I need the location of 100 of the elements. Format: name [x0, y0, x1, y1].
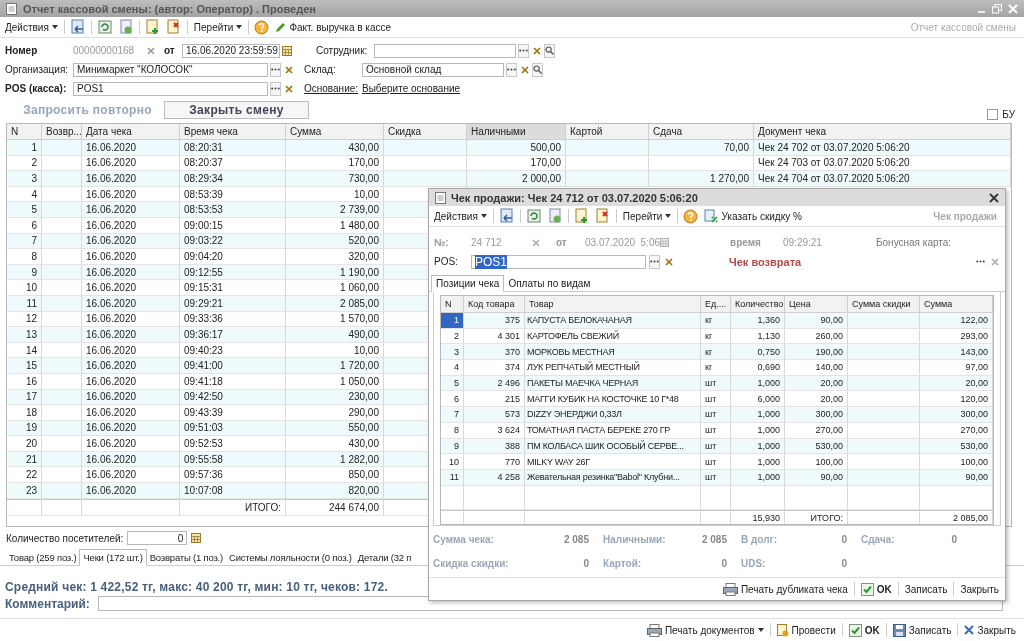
column-header[interactable]: Код товара: [464, 296, 525, 313]
cash-fact-button[interactable]: Факт. выручка в кассе: [274, 18, 393, 36]
remove-document-icon[interactable]: [594, 208, 611, 224]
actions-menu[interactable]: Действия: [433, 207, 488, 225]
pos-field[interactable]: POS1: [73, 81, 268, 96]
column-header[interactable]: Сумма: [286, 124, 384, 140]
table-cell: 3: [441, 344, 464, 361]
checkbox[interactable]: [987, 108, 999, 120]
remove-document-icon[interactable]: [165, 19, 182, 35]
tab[interactable]: Возвраты (1 поз.): [146, 550, 226, 565]
ellipsis-icon: [650, 260, 659, 263]
basis-link[interactable]: Основание:: [304, 83, 360, 94]
close-button[interactable]: Закрыть: [960, 580, 999, 598]
discount-button[interactable]: Указать скидку %: [703, 207, 803, 225]
organization-field[interactable]: Минимаркет "КОЛОСОК": [73, 62, 268, 77]
column-header[interactable]: Возвр...: [42, 124, 82, 140]
column-header[interactable]: Сумма: [920, 296, 993, 313]
goto-menu[interactable]: Перейти: [621, 207, 673, 225]
column-header[interactable]: N: [441, 296, 464, 313]
copy-document-icon[interactable]: [546, 208, 563, 224]
close-button[interactable]: Закрыть: [964, 621, 1016, 639]
total-value: 0: [840, 534, 848, 547]
pos-field[interactable]: POS1: [471, 254, 646, 269]
field-label: Склад:: [304, 64, 337, 75]
table-cell: 70,00: [649, 140, 754, 156]
select-button[interactable]: [506, 62, 517, 77]
column-header[interactable]: N: [7, 124, 42, 140]
close-icon: [284, 84, 293, 93]
column-header[interactable]: Дата чека: [82, 124, 180, 140]
date-field[interactable]: 16.06.2020 23:59:59: [182, 43, 280, 58]
column-header[interactable]: Документ чека: [754, 124, 1011, 140]
select-button[interactable]: [518, 43, 529, 58]
add-document-icon[interactable]: [573, 208, 590, 224]
column-header[interactable]: Картой: [566, 124, 649, 140]
help-icon[interactable]: [254, 19, 270, 35]
table-cell: 1,000: [731, 407, 785, 423]
table-cell: [42, 405, 82, 421]
close-icon[interactable]: [989, 192, 999, 203]
search-button[interactable]: [532, 62, 543, 77]
table-cell: 09:41:00: [180, 358, 286, 374]
table-cell: 0,750: [731, 344, 785, 361]
document-icon: [776, 623, 789, 637]
ok-button[interactable]: OK: [848, 621, 880, 639]
goto-menu[interactable]: Перейти: [192, 18, 244, 36]
table-cell: [464, 485, 525, 510]
select-button[interactable]: [270, 81, 281, 96]
calendar-icon[interactable]: [282, 45, 292, 56]
tab[interactable]: Позиции чека: [431, 275, 505, 292]
table-cell: кг: [701, 360, 731, 376]
calendar-icon[interactable]: [191, 533, 202, 543]
column-header[interactable]: Цена: [785, 296, 848, 313]
search-button[interactable]: [544, 43, 555, 58]
column-header[interactable]: Сдача: [649, 124, 754, 140]
table-cell: 16.06.2020: [82, 405, 180, 421]
select-button[interactable]: [649, 254, 660, 269]
print-duplicate-button[interactable]: Печать дубликата чека: [722, 580, 848, 598]
tab[interactable]: Детали (32 п: [354, 550, 415, 565]
tab[interactable]: Товар (259 поз.): [6, 550, 80, 565]
add-document-icon[interactable]: [144, 19, 161, 35]
column-header[interactable]: Ед....: [701, 296, 731, 313]
column-header[interactable]: Товар: [525, 296, 701, 313]
close-icon: [990, 257, 999, 266]
actions-menu[interactable]: Действия: [4, 18, 59, 36]
print-documents-button[interactable]: Печать документов: [646, 621, 764, 639]
dialog-title: Чек продажи: Чек 24 712 от 03.07.2020 5:06:20: [451, 191, 698, 204]
employee-field[interactable]: [374, 43, 516, 58]
post-button[interactable]: Провести: [776, 621, 836, 639]
close-icon: [964, 625, 975, 635]
help-icon[interactable]: [683, 208, 699, 224]
visitors-field[interactable]: 0: [127, 531, 188, 545]
tab[interactable]: Системы лояльности (0 поз.): [226, 550, 355, 565]
column-header[interactable]: Время чека: [180, 124, 286, 140]
tab[interactable]: Оплаты по видам: [504, 276, 595, 291]
column-header[interactable]: Количество: [731, 296, 785, 313]
action-button[interactable]: Закрыть смену: [164, 101, 309, 119]
table-cell: [42, 373, 82, 390]
basis-link[interactable]: Выберите основание: [362, 83, 461, 94]
refresh-icon[interactable]: [525, 208, 542, 224]
table-cell: 3 624: [464, 422, 525, 439]
refresh-icon[interactable]: [96, 19, 113, 35]
copy-document-icon[interactable]: [117, 19, 134, 35]
field-label: Комментарий:: [5, 596, 90, 611]
warehouse-field[interactable]: Основной склад: [362, 62, 504, 77]
tab[interactable]: Чеки (172 шт.): [79, 549, 147, 566]
table-cell: 1 270,00: [649, 171, 754, 187]
column-header[interactable]: Скидка: [384, 124, 467, 140]
ok-button[interactable]: OK: [860, 580, 892, 598]
table-cell: 500,00: [467, 140, 566, 156]
table-cell: 15: [7, 358, 42, 374]
select-button[interactable]: [270, 62, 281, 77]
column-header[interactable]: Сумма скидки: [848, 296, 920, 313]
table-cell: 08:29:34: [180, 171, 286, 187]
table-cell: 10: [7, 280, 42, 296]
percent-document-icon: [704, 209, 719, 223]
printer-icon: [646, 623, 662, 637]
table-cell: 300,00: [920, 407, 993, 423]
save-button[interactable]: Записать: [892, 621, 952, 639]
save-button[interactable]: Записать: [904, 580, 948, 598]
column-header[interactable]: Наличными: [467, 124, 566, 140]
restore-icon[interactable]: [992, 3, 1002, 14]
